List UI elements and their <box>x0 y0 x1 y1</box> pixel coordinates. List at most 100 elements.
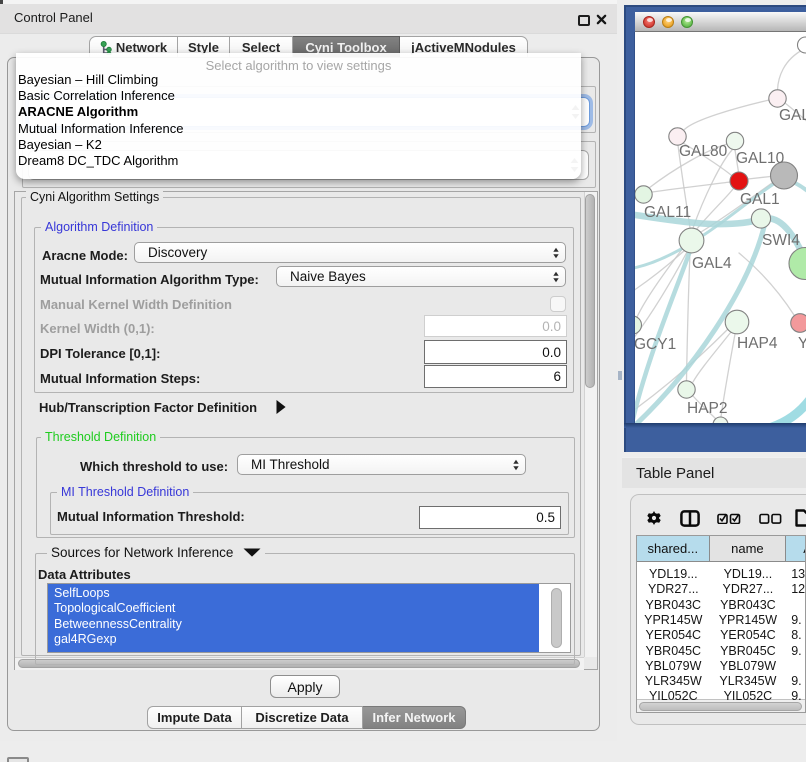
node-label: Y <box>798 335 806 352</box>
network-edge <box>684 100 769 130</box>
algorithm-definition-title: Algorithm Definition <box>41 220 157 234</box>
deselect-all-button[interactable] <box>759 513 782 524</box>
bottom-tab-infer-network[interactable]: Infer Network <box>363 706 466 729</box>
attributes-scrollbar-thumb[interactable] <box>551 588 562 648</box>
table-cell[interactable]: 9. <box>786 612 806 628</box>
expand-arrow-icon[interactable] <box>275 399 287 415</box>
table-cell[interactable]: YPR145W <box>637 612 710 628</box>
which-threshold-combobox[interactable]: MI Threshold <box>237 454 526 475</box>
table-cell[interactable]: 12 <box>786 581 806 597</box>
node-label: GAL7 <box>779 107 806 124</box>
network-window-titlebar[interactable] <box>635 12 806 32</box>
network-node[interactable] <box>791 314 806 333</box>
table-settings-button[interactable] <box>646 510 662 526</box>
algorithm-option[interactable]: Dream8 DC_TDC Algorithm <box>18 153 178 168</box>
close-light[interactable] <box>643 16 655 28</box>
new-document-button[interactable] <box>795 508 806 528</box>
node-label: GAL10 <box>736 150 785 167</box>
aracne-mode-combobox[interactable]: Discovery <box>134 242 566 263</box>
table-cell[interactable]: YPR145W <box>710 612 787 628</box>
column-header-3[interactable]: A <box>786 536 806 562</box>
network-node[interactable] <box>635 186 652 203</box>
table-cell[interactable]: YDR27... <box>637 581 710 597</box>
network-node[interactable] <box>769 90 786 107</box>
table-cell[interactable]: YIL052C <box>710 688 787 704</box>
algorithm-option[interactable]: Bayesian – K2 <box>18 137 102 152</box>
mi-steps-label: Mutual Information Steps: <box>40 371 200 386</box>
splitter-handle[interactable] <box>618 371 622 380</box>
mi-type-combobox[interactable]: Naive Bayes <box>276 266 566 287</box>
algorithm-option[interactable]: ARACNE Algorithm <box>18 104 138 119</box>
network-canvas[interactable]: GAL7GAL80GAL10GAL1GAL11SWI4GAL4GCY1HAP4Y… <box>635 32 806 423</box>
table-cell[interactable]: YER054C <box>710 627 787 643</box>
settings-vertical-scrollbar-thumb[interactable] <box>585 194 595 388</box>
node-label: GAL1 <box>740 191 780 208</box>
table-cell[interactable]: YER054C <box>637 627 710 643</box>
select-all-button[interactable] <box>717 513 741 524</box>
table-cell[interactable]: YBR045C <box>637 643 710 659</box>
network-node[interactable] <box>726 132 743 149</box>
algorithm-option[interactable]: Mutual Information Inference <box>18 121 183 136</box>
attribute-item[interactable]: gal4RGexp <box>54 632 117 646</box>
updown-arrows-icon <box>513 459 519 470</box>
network-window-left-edge <box>624 5 626 452</box>
network-node[interactable] <box>678 381 695 398</box>
network-node[interactable] <box>730 172 748 190</box>
apply-button[interactable]: Apply <box>270 675 340 698</box>
table-cell[interactable]: YBL079W <box>637 658 710 674</box>
attribute-item[interactable]: TopologicalCoefficient <box>54 601 175 615</box>
network-node[interactable] <box>751 209 770 228</box>
table-cell[interactable]: YDL19... <box>637 566 710 582</box>
column-header-2[interactable]: name <box>710 536 787 562</box>
dpi-tolerance-field[interactable]: 0.0 <box>424 340 567 364</box>
mi-threshold-field[interactable]: 0.5 <box>419 506 561 529</box>
network-edge <box>778 49 805 90</box>
column-header-1[interactable]: shared... <box>637 536 710 562</box>
table-cell[interactable]: 8. <box>786 627 806 643</box>
minimize-light[interactable] <box>662 16 674 28</box>
table-cell[interactable]: YLR345W <box>637 673 710 689</box>
close-panel-button[interactable] <box>596 14 607 25</box>
kernel-width-field[interactable]: 0.0 <box>424 315 567 337</box>
attribute-item[interactable]: BetweennessCentrality <box>54 617 182 631</box>
network-node[interactable] <box>635 316 642 334</box>
zoom-light[interactable] <box>681 16 693 28</box>
table-cell[interactable]: 9. <box>786 688 806 704</box>
network-node[interactable] <box>725 310 749 334</box>
light-gloss <box>647 18 653 22</box>
table-cell[interactable]: 9. <box>786 673 806 689</box>
split-columns-icon <box>680 510 700 527</box>
bottom-left-mini-button[interactable] <box>7 757 29 762</box>
close-icon <box>596 14 607 25</box>
network-node[interactable] <box>789 248 806 280</box>
table-cell[interactable]: YBR043C <box>710 597 787 613</box>
toggle-columns-button[interactable] <box>680 510 700 527</box>
table-cell[interactable]: 9. <box>786 643 806 659</box>
float-panel-button[interactable] <box>578 15 590 26</box>
mi-steps-field[interactable]: 6 <box>424 365 567 388</box>
manual-kernel-checkbox[interactable] <box>550 296 566 312</box>
table-cell[interactable]: 13 <box>786 566 806 582</box>
table-cell[interactable]: YBR045C <box>710 643 787 659</box>
table-cell[interactable]: YBL079W <box>710 658 787 674</box>
data-attributes-list[interactable]: SelfLoopsTopologicalCoefficient Betweenne… <box>47 583 571 653</box>
table-cell[interactable]: YLR345W <box>710 673 787 689</box>
selected-attributes-block: SelfLoopsTopologicalCoefficient Betweenne… <box>48 584 539 653</box>
table-panel-title: Table Panel <box>636 465 714 482</box>
algorithm-option[interactable]: Basic Correlation Inference <box>18 88 175 103</box>
network-node[interactable] <box>798 37 806 53</box>
bottom-tab-discretize-data[interactable]: Discretize Data <box>242 706 363 729</box>
table-cell[interactable]: YDR27... <box>710 581 787 597</box>
collapse-arrow-icon[interactable] <box>243 548 261 557</box>
gear-icon <box>646 510 662 526</box>
algorithm-option[interactable]: Bayesian – Hill Climbing <box>18 72 158 87</box>
table-cell[interactable]: YBR043C <box>637 597 710 613</box>
network-node[interactable] <box>679 228 704 253</box>
bottom-tab-impute-data[interactable]: Impute Data <box>147 706 242 729</box>
table-cell[interactable]: YDL19... <box>710 566 787 582</box>
control-panel-title: Control Panel <box>14 10 93 25</box>
attribute-item[interactable]: SelfLoops <box>54 586 110 600</box>
cyni-algorithm-settings-title: Cyni Algorithm Settings <box>26 190 163 204</box>
node-table[interactable]: shared...nameAYDL19...YDL19...13YDR27...… <box>636 535 806 713</box>
table-cell[interactable]: YIL052C <box>637 688 710 704</box>
